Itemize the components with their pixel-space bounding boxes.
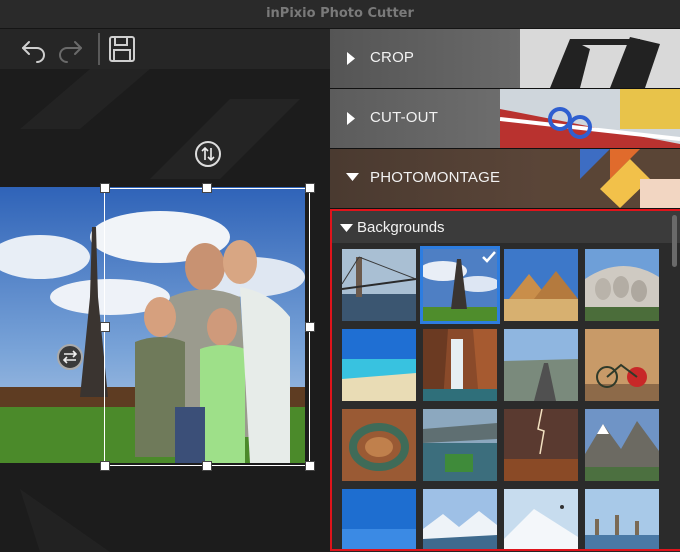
backgrounds-label: Backgrounds xyxy=(357,219,445,236)
background-thumbnail-tropical-beach[interactable] xyxy=(342,329,416,401)
undo-icon[interactable] xyxy=(20,35,48,63)
title-bar: inPixio Photo Cutter xyxy=(0,0,680,29)
resize-handle-right[interactable] xyxy=(305,322,315,332)
resize-handle-bottom[interactable] xyxy=(202,461,212,471)
toolbar-divider xyxy=(98,33,100,65)
resize-handle-top[interactable] xyxy=(202,183,212,193)
background-thumbnail-brooklyn-bridge[interactable] xyxy=(342,249,416,321)
resize-handle-bottom-right[interactable] xyxy=(305,461,315,471)
redo-icon[interactable] xyxy=(56,35,84,63)
editor-area xyxy=(0,29,330,552)
section-photomontage-label: PHOTOMONTAGE xyxy=(370,169,501,186)
chevron-right-icon xyxy=(347,52,355,65)
section-cutout[interactable]: CUT-OUT xyxy=(330,89,680,149)
chevron-down-icon xyxy=(340,224,353,232)
section-photomontage[interactable]: PHOTOMONTAGE xyxy=(330,149,680,209)
flip-vertical-button[interactable] xyxy=(195,141,221,167)
photomontage-cards-illustration xyxy=(540,149,680,208)
tools-panel: CROP CUT-OUT PHOTOMONTAGE Backgrounds xyxy=(330,29,680,552)
background-thumbnail-horseshoe-bend[interactable] xyxy=(342,409,416,481)
resize-handle-bottom-left[interactable] xyxy=(100,461,110,471)
crop-hands-illustration xyxy=(520,29,680,88)
background-thumbnail-pyramids[interactable] xyxy=(504,249,578,321)
section-crop[interactable]: CROP xyxy=(330,29,680,89)
background-thumbnail-mount-rushmore[interactable] xyxy=(585,249,659,321)
window-title: inPixio Photo Cutter xyxy=(266,6,414,21)
background-thumbnail-snow-peaks[interactable] xyxy=(504,489,578,551)
chevron-down-icon xyxy=(346,173,359,181)
swap-arrows-icon xyxy=(62,350,78,364)
backgrounds-header[interactable]: Backgrounds xyxy=(332,211,680,267)
checkmark-icon xyxy=(482,251,496,263)
editor-toolbar xyxy=(0,29,330,69)
cutout-scissors-illustration xyxy=(500,89,680,148)
background-thumbnail-blue-sky[interactable] xyxy=(342,489,416,551)
backgrounds-panel: Backgrounds xyxy=(330,209,680,551)
resize-handle-left[interactable] xyxy=(100,322,110,332)
scrollbar-thumb[interactable] xyxy=(672,215,677,267)
save-icon[interactable] xyxy=(108,35,136,63)
background-thumbnail-mountain-valley[interactable] xyxy=(585,409,659,481)
background-thumbnail-lightning-storm[interactable] xyxy=(504,409,578,481)
section-crop-label: CROP xyxy=(370,49,415,66)
background-thumbnail-red-bicycle-wall[interactable] xyxy=(585,329,659,401)
background-thumbnail-snowy-mountains[interactable] xyxy=(423,489,497,551)
cutout-selection-box[interactable] xyxy=(104,188,310,466)
resize-handle-top-right[interactable] xyxy=(305,183,315,193)
section-cutout-label: CUT-OUT xyxy=(370,109,439,126)
background-thumbnail-lake-football-field[interactable] xyxy=(423,409,497,481)
swap-layer-button[interactable] xyxy=(57,344,83,370)
photo-canvas[interactable] xyxy=(0,69,330,552)
resize-handle-top-left[interactable] xyxy=(100,183,110,193)
chevron-right-icon xyxy=(347,112,355,125)
background-thumbnail-waterfall-canyon[interactable] xyxy=(423,329,497,401)
flip-arrows-icon xyxy=(201,146,215,162)
background-thumbnail-desert-road[interactable] xyxy=(504,329,578,401)
background-thumbnail-harbor-city[interactable] xyxy=(585,489,659,551)
